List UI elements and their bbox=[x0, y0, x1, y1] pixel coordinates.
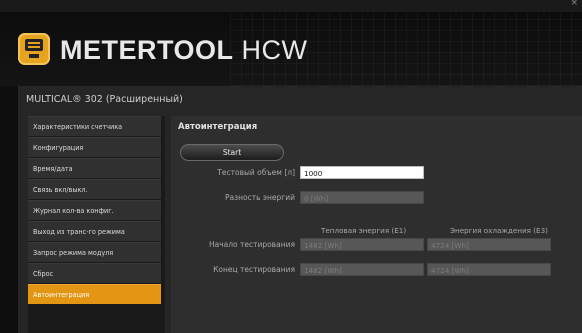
test-volume-label: Тестовый объем [л] bbox=[217, 168, 295, 177]
test-end-heat-field: 1482 [Wh] bbox=[300, 263, 424, 276]
sidebar-item-time-date[interactable]: Время/дата bbox=[28, 158, 161, 178]
energy-difference-label: Разность энергий bbox=[225, 193, 295, 202]
app-title-brand: METERTOOL bbox=[60, 35, 234, 65]
meter-device-icon bbox=[18, 33, 50, 65]
test-volume-input[interactable]: 1000 bbox=[300, 166, 424, 179]
section-title: Автоинтеграция bbox=[178, 122, 258, 132]
sidebar-item-configuration[interactable]: Конфигурация bbox=[28, 137, 161, 157]
app-title-suffix: HCW bbox=[233, 35, 308, 65]
sidebar-item-meter-characteristics[interactable]: Характеристики счетчика bbox=[28, 116, 161, 136]
autointegration-content: Автоинтеграция Start Тестовый объем [л] … bbox=[171, 116, 582, 333]
sidebar-item-module-mode-request[interactable]: Запрос режима модуля bbox=[28, 242, 161, 262]
test-start-label: Начало тестирования bbox=[208, 240, 295, 249]
sidebar-item-reset[interactable]: Сброс bbox=[28, 263, 161, 283]
app-header: METERTOOL HCW bbox=[0, 12, 582, 86]
test-end-cool-field: 4724 [Wh] bbox=[427, 263, 551, 276]
window-top-bar: × bbox=[0, 0, 582, 12]
device-title: MULTICAL® 302 (Расширенный) bbox=[26, 94, 183, 105]
sidebar: Характеристики счетчика Конфигурация Вре… bbox=[28, 116, 165, 333]
heat-energy-column-header: Тепловая энергия (E1) bbox=[321, 226, 407, 235]
test-start-cool-field: 4724 [Wh] bbox=[427, 238, 551, 251]
cooling-energy-column-header: Энергия охлаждения (E3) bbox=[450, 226, 548, 235]
sidebar-item-communication[interactable]: Связь вкл/выкл. bbox=[28, 179, 161, 199]
test-start-heat-field: 1482 [Wh] bbox=[300, 238, 424, 251]
sidebar-item-config-log[interactable]: Журнал кол-ва конфиг. bbox=[28, 200, 161, 220]
app-title: METERTOOL HCW bbox=[60, 35, 308, 66]
test-end-label: Конец тестирования bbox=[213, 265, 295, 274]
start-button[interactable]: Start bbox=[180, 144, 284, 161]
energy-difference-field: 0 [Wh] bbox=[300, 191, 424, 204]
sidebar-item-autointegration[interactable]: Автоинтеграция bbox=[28, 284, 161, 304]
device-panel: MULTICAL® 302 (Расширенный) Характеристи… bbox=[18, 86, 582, 333]
close-icon[interactable]: × bbox=[570, 0, 578, 8]
sidebar-item-exit-transport-mode[interactable]: Выход из транс-го режима bbox=[28, 221, 161, 241]
